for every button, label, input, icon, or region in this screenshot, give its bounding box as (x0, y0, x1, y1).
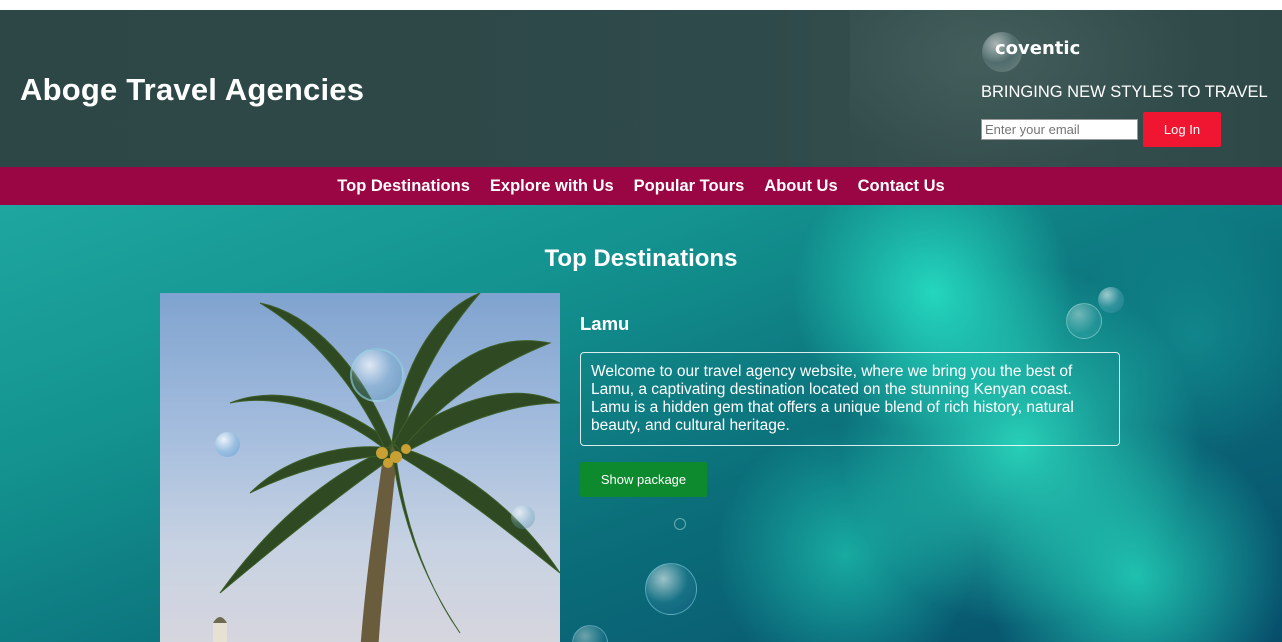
email-input[interactable] (981, 119, 1138, 140)
destination-description: Welcome to our travel agency website, wh… (580, 352, 1120, 446)
coventic-logo: coventic (995, 38, 1081, 59)
bubble-decoration (645, 563, 697, 615)
tagline: BRINGING NEW STYLES TO TRAVEL (981, 83, 1268, 101)
main-nav: Top Destinations Explore with Us Popular… (0, 167, 1282, 205)
nav-item-popular-tours[interactable]: Popular Tours (634, 177, 745, 196)
site-title: Aboge Travel Agencies (20, 72, 365, 107)
nav-item-contact-us[interactable]: Contact Us (858, 177, 945, 196)
nav-item-explore-with-us[interactable]: Explore with Us (490, 177, 614, 196)
nav-item-top-destinations[interactable]: Top Destinations (337, 177, 470, 196)
palm-tree-illustration (213, 293, 560, 642)
site-header: Aboge Travel Agencies coventic BRINGING … (0, 10, 1282, 167)
section-title: Top Destinations (544, 245, 738, 272)
main-content: Top Destinations Lamu Welcome to our tra… (0, 205, 1282, 642)
login-button[interactable]: Log In (1143, 112, 1221, 147)
show-package-button[interactable]: Show package (580, 462, 707, 497)
nav-item-about-us[interactable]: About Us (764, 177, 837, 196)
bubble-decoration (674, 518, 686, 530)
top-strip (0, 0, 1282, 10)
bubble-decoration (572, 625, 608, 642)
palm-tree-image (160, 293, 560, 642)
destination-name: Lamu (580, 313, 630, 334)
